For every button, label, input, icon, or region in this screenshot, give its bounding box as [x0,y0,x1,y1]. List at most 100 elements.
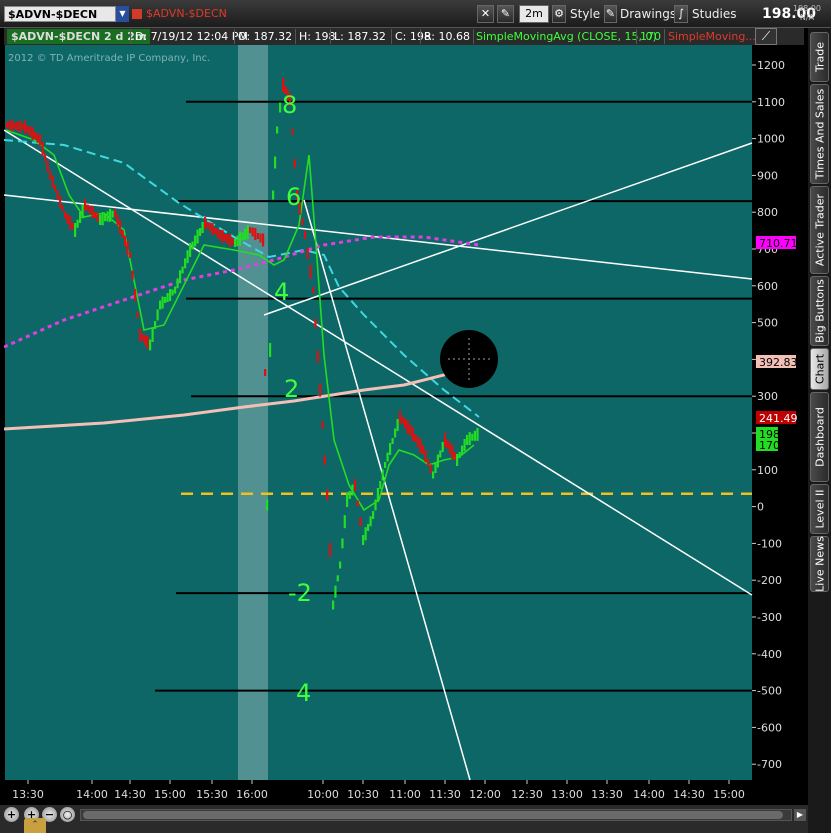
scrollbar-thumb[interactable] [83,811,783,819]
price-bar [463,439,466,451]
price-bar [396,419,399,431]
dot [448,358,450,360]
price-bar [269,343,272,357]
dot [468,378,470,380]
price-bar [196,229,199,244]
price-bar [56,190,59,200]
study-label[interactable]: SimpleMovingAvg (CLOSE, 15, 0) [476,29,657,44]
price-bar [229,233,232,247]
wrench-icon[interactable]: ✎ [497,5,514,23]
price-bar [129,252,132,258]
side-tab-trade[interactable]: Trade [810,32,829,82]
x-tick-label: 11:30 [429,788,461,801]
side-tab-times-and-sales[interactable]: Times And Sales [810,84,829,184]
price-bar [116,214,119,226]
y-tick-label: 1000 [757,133,785,146]
side-tab-live-news[interactable]: Live News [810,536,829,592]
price-bar [224,234,227,242]
bar-open: O: 187.32 [238,30,293,43]
dot [473,358,475,360]
price-bar [249,227,252,233]
y-tick-label: 1100 [757,96,785,109]
price-bar [181,266,184,274]
x-tick-label: 10:00 [307,788,339,801]
price-bar [419,439,422,453]
price-bar [51,175,54,188]
price-bar [254,228,257,240]
price-bar [159,300,162,310]
price-bar [301,218,304,226]
price-bar [174,286,177,294]
plot-area[interactable] [5,45,752,780]
side-tab-big-buttons[interactable]: Big Buttons [810,276,829,346]
price-bar [351,484,354,496]
chart-info-bar: $ADVN-$DECN 2 d 2m D: 7/19/12 12:04 PM O… [4,28,804,45]
price-bar [166,293,169,302]
price-bar [422,445,425,455]
study2-label[interactable]: SimpleMoving... [668,29,756,44]
side-tab-active-trader[interactable]: Active Trader [810,186,829,274]
price-bar [76,219,79,228]
price-bar [291,128,294,135]
studies-icon[interactable]: ∫ [674,5,688,23]
symbol-input[interactable]: $ADVN-$DECN [4,6,116,22]
crosshair-tool-icon[interactable]: ✕ [477,5,494,23]
price-bar [124,235,127,247]
side-tab-dashboard[interactable]: Dashboard [810,392,829,482]
price-bar [244,228,247,240]
price-bar [99,215,102,225]
fit-icon[interactable]: ○ [60,807,75,822]
drawings-icon[interactable]: ✎ [604,5,617,23]
price-bar [456,454,459,466]
style-icon[interactable]: ⚙ [552,5,566,23]
chart-title-symbol: $ADVN-$DECN [146,7,227,20]
y-tick-label: -700 [757,758,782,771]
price-bar [414,434,417,442]
price-chart[interactable]: 2012 © TD Ameritrade IP Company, Inc. 12… [4,45,808,805]
price-bar [214,228,217,234]
symbol-dropdown-button[interactable]: ▼ [116,6,129,22]
price-bar [169,289,172,301]
y-tick-label: -100 [757,537,782,550]
separator [391,29,392,44]
bar-range: R: 10.68 [424,30,470,43]
y-tick-label: 600 [757,280,778,293]
price-bar [439,450,442,458]
chart-symbol-period[interactable]: $ADVN-$DECN 2 d 2m [7,29,151,44]
price-bar [282,78,285,92]
price-bar [399,410,402,424]
studies-menu[interactable]: Studies [692,7,737,21]
price-bar [391,438,394,444]
price-bar [21,123,24,130]
price-bar [279,102,282,113]
price-bar [372,511,375,519]
expand-panel-icon[interactable]: ⌃ [24,818,46,833]
price-bar [206,222,209,228]
crosshair-icon[interactable]: + [4,807,19,822]
price-bar [74,223,77,237]
timeframe-button[interactable]: 2m [519,5,549,23]
price-bar [194,235,197,247]
side-tab-level-ii[interactable]: Level II [810,484,829,534]
side-tab-chart[interactable]: Chart [810,348,829,390]
price-bar [29,126,32,137]
price-bar [109,208,112,222]
link-color-icon[interactable] [132,9,142,19]
y-tick-label: -600 [757,721,782,734]
dot [468,373,470,375]
scroll-right-icon[interactable]: ▶ [794,809,806,821]
watermark: 2012 © TD Ameritrade IP Company, Inc. [8,53,210,64]
price-bar [84,199,87,211]
x-tick-label: 15:00 [154,788,186,801]
price-bar [236,235,239,247]
dot [453,358,455,360]
horizontal-scrollbar[interactable] [80,809,792,821]
price-bar [411,427,414,441]
style-menu[interactable]: Style [570,7,600,21]
x-tick-label: 12:00 [469,788,501,801]
price-bar [13,122,16,129]
drawings-menu[interactable]: Drawings [620,7,676,21]
drawing-tool-icon[interactable]: ⟋ [755,28,777,45]
x-tick-label: 12:30 [511,788,543,801]
price-bar [86,204,89,211]
